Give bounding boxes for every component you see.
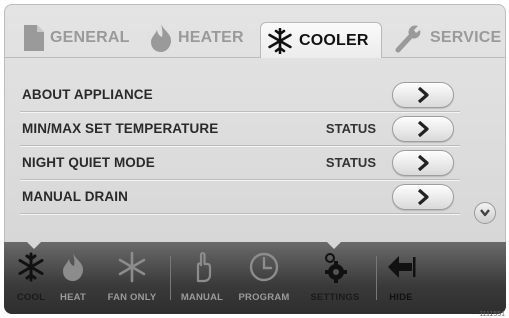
flame-icon bbox=[56, 250, 90, 284]
nav-program[interactable]: PROGRAM bbox=[230, 250, 298, 312]
open-button[interactable] bbox=[392, 150, 454, 176]
nav-fan-only-label: FAN ONLY bbox=[107, 292, 157, 303]
list-item-manual-drain[interactable]: MANUAL DRAIN bbox=[20, 180, 460, 214]
open-button[interactable] bbox=[392, 82, 454, 108]
nav-hide[interactable]: HIDE bbox=[382, 250, 420, 312]
gear-icon bbox=[318, 250, 352, 284]
flame-icon bbox=[150, 24, 172, 52]
chevron-right-icon bbox=[417, 155, 429, 171]
app-screen: GENERAL HEATER COOLER SERVICE ABOUT APPL… bbox=[4, 4, 506, 314]
active-indicator bbox=[26, 241, 42, 249]
tab-service[interactable]: SERVICE bbox=[388, 20, 506, 56]
open-button[interactable] bbox=[392, 116, 454, 142]
tab-general-label: GENERAL bbox=[50, 29, 130, 46]
nav-heat[interactable]: HEAT bbox=[56, 250, 90, 312]
list-item-label: ABOUT APPLIANCE bbox=[22, 87, 153, 102]
nav-divider bbox=[170, 256, 171, 300]
scroll-down-button[interactable] bbox=[474, 202, 496, 224]
open-button[interactable] bbox=[392, 184, 454, 210]
active-indicator bbox=[326, 241, 342, 249]
nav-fan-only[interactable]: FAN ONLY bbox=[97, 250, 167, 312]
list-item-min-max-set-temperature[interactable]: MIN/MAX SET TEMPERATURE STATUS bbox=[20, 112, 460, 146]
tab-bar: GENERAL HEATER COOLER SERVICE bbox=[4, 4, 506, 58]
status-text: STATUS bbox=[325, 155, 376, 170]
list-item-label: MIN/MAX SET TEMPERATURE bbox=[22, 121, 219, 136]
tab-divider bbox=[4, 57, 506, 58]
status-text: STATUS bbox=[325, 121, 376, 136]
nav-cool-label: COOL bbox=[16, 292, 46, 303]
tab-cooler-label: COOLER bbox=[299, 31, 369, 49]
list-item-label: MANUAL DRAIN bbox=[22, 189, 128, 204]
document-icon bbox=[24, 25, 44, 51]
chevron-right-icon bbox=[417, 87, 429, 103]
tab-heater-label: HEATER bbox=[178, 29, 244, 46]
chevron-right-icon bbox=[417, 189, 429, 205]
nav-hide-label: HIDE bbox=[389, 292, 413, 303]
nav-program-label: PROGRAM bbox=[238, 292, 290, 303]
snowflake-icon bbox=[14, 250, 48, 284]
list-item-label: NIGHT QUIET MODE bbox=[22, 155, 155, 170]
list-item-about-appliance[interactable]: ABOUT APPLIANCE bbox=[20, 78, 460, 112]
list-item-night-quiet-mode[interactable]: NIGHT QUIET MODE STATUS bbox=[20, 146, 460, 180]
tab-cooler[interactable]: COOLER bbox=[260, 22, 382, 58]
nav-divider bbox=[376, 256, 377, 300]
clock-icon bbox=[247, 250, 281, 284]
nav-settings[interactable]: SETTINGS bbox=[302, 250, 368, 312]
wrench-icon bbox=[394, 23, 424, 53]
fan-icon bbox=[115, 250, 149, 284]
nav-heat-label: HEAT bbox=[60, 292, 86, 303]
figure-code: 1111551 bbox=[479, 311, 505, 318]
nav-manual[interactable]: MANUAL bbox=[174, 250, 230, 312]
nav-manual-label: MANUAL bbox=[180, 292, 224, 303]
hand-icon bbox=[185, 250, 219, 284]
nav-cool[interactable]: COOL bbox=[14, 250, 48, 312]
nav-settings-label: SETTINGS bbox=[310, 292, 360, 303]
settings-list: ABOUT APPLIANCE MIN/MAX SET TEMPERATURE … bbox=[20, 78, 460, 214]
arrow-left-icon bbox=[384, 250, 418, 284]
snowflake-icon bbox=[267, 27, 293, 54]
chevron-down-icon bbox=[480, 209, 490, 217]
bottom-nav: COOL HEAT FAN ONLY MANUAL PROGRAM SETTIN… bbox=[4, 241, 506, 314]
tab-service-label: SERVICE bbox=[430, 29, 502, 46]
tab-heater[interactable]: HEATER bbox=[144, 20, 260, 56]
chevron-right-icon bbox=[417, 121, 429, 137]
tab-general[interactable]: GENERAL bbox=[18, 20, 138, 56]
